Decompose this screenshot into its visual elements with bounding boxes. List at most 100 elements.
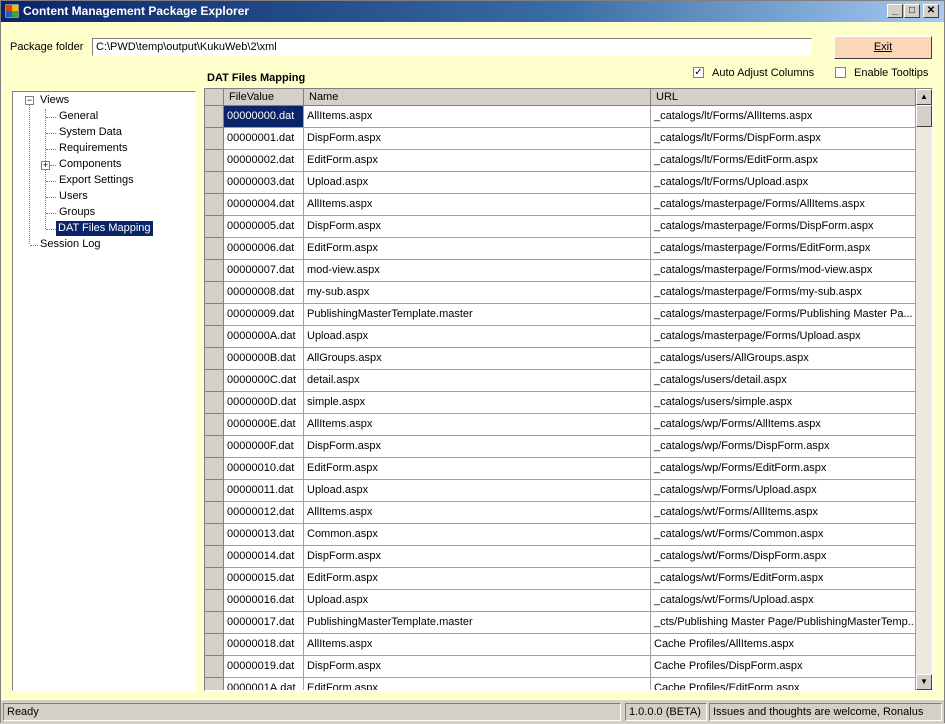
table-row[interactable]: 0000000A.dat Upload.aspx _catalogs/masterp… <box>205 326 916 348</box>
tree-node-groups[interactable]: Groups <box>57 205 97 220</box>
row-header[interactable] <box>205 348 224 370</box>
cell-url[interactable]: _catalogs/masterpage/Forms/EditForm.aspx <box>651 238 916 260</box>
dat-files-grid[interactable]: FileValue Name URL 00000000.dat AllItems.… <box>204 88 933 691</box>
tree-node-dat-files-mapping[interactable]: DAT Files Mapping <box>56 221 153 236</box>
scroll-thumb[interactable] <box>916 105 932 127</box>
cell-url[interactable]: _catalogs/lt/Forms/Upload.aspx <box>651 172 916 194</box>
row-header[interactable] <box>205 546 224 568</box>
title-bar[interactable]: Content Management Package Explorer _ □ … <box>1 1 944 22</box>
cell-url[interactable]: _catalogs/masterpage/Forms/Publishing Ma… <box>651 304 916 326</box>
cell-name[interactable]: PublishingMasterTemplate.master <box>304 612 651 634</box>
row-header[interactable] <box>205 106 224 128</box>
cell-url[interactable]: Cache Profiles/AllItems.aspx <box>651 634 916 656</box>
table-row[interactable]: 0000000D.dat simple.aspx _catalogs/users/s… <box>205 392 916 414</box>
row-header[interactable] <box>205 392 224 414</box>
cell-url[interactable]: _catalogs/wt/Forms/AllItems.aspx <box>651 502 916 524</box>
cell-name[interactable]: detail.aspx <box>304 370 651 392</box>
cell-url[interactable]: _catalogs/masterpage/Forms/DispForm.aspx <box>651 216 916 238</box>
cell-url[interactable]: _catalogs/wt/Forms/Upload.aspx <box>651 590 916 612</box>
cell-url[interactable]: _catalogs/wp/Forms/EditForm.aspx <box>651 458 916 480</box>
table-row[interactable]: 00000006.dat EditForm.aspx _catalogs/maste… <box>205 238 916 260</box>
cell-filevalue[interactable]: 00000012.dat <box>224 502 304 524</box>
cell-filevalue[interactable]: 00000001.dat <box>224 128 304 150</box>
table-row[interactable]: 0000000C.dat detail.aspx _catalogs/users/d… <box>205 370 916 392</box>
collapse-views-icon[interactable]: − <box>25 96 34 105</box>
tree-node-general[interactable]: General <box>57 109 100 124</box>
cell-url[interactable]: _catalogs/users/AllGroups.aspx <box>651 348 916 370</box>
cell-name[interactable]: DispForm.aspx <box>304 436 651 458</box>
views-tree[interactable]: − Views General System Data Requirements… <box>12 91 196 691</box>
row-header[interactable] <box>205 304 224 326</box>
tree-node-system-data[interactable]: System Data <box>57 125 124 140</box>
row-header[interactable] <box>205 172 224 194</box>
cell-name[interactable]: mod-view.aspx <box>304 260 651 282</box>
table-row[interactable]: 0000000B.dat AllGroups.aspx _catalogs/user… <box>205 348 916 370</box>
table-row[interactable]: 00000012.dat AllItems.aspx _catalogs/wt/Fo… <box>205 502 916 524</box>
cell-filevalue[interactable]: 00000006.dat <box>224 238 304 260</box>
row-header[interactable] <box>205 568 224 590</box>
row-header[interactable] <box>205 524 224 546</box>
column-header-name[interactable]: Name <box>304 89 651 106</box>
cell-url[interactable]: _catalogs/lt/Forms/DispForm.aspx <box>651 128 916 150</box>
row-header[interactable] <box>205 436 224 458</box>
cell-name[interactable]: PublishingMasterTemplate.master <box>304 304 651 326</box>
cell-name[interactable]: EditForm.aspx <box>304 678 651 690</box>
table-row[interactable]: 00000011.dat Upload.aspx _catalogs/wp/Form… <box>205 480 916 502</box>
row-header[interactable] <box>205 238 224 260</box>
cell-url[interactable]: _catalogs/wp/Forms/DispForm.aspx <box>651 436 916 458</box>
table-row[interactable]: 00000005.dat DispForm.aspx _catalogs/maste… <box>205 216 916 238</box>
cell-filevalue[interactable]: 0000000A.dat <box>224 326 304 348</box>
scroll-up-icon[interactable]: ▲ <box>916 89 932 105</box>
cell-name[interactable]: DispForm.aspx <box>304 216 651 238</box>
cell-filevalue[interactable]: 00000019.dat <box>224 656 304 678</box>
cell-filevalue[interactable]: 00000000.dat <box>224 106 304 128</box>
table-row[interactable]: 00000002.dat EditForm.aspx _catalogs/lt/Fo… <box>205 150 916 172</box>
row-header[interactable] <box>205 370 224 392</box>
cell-name[interactable]: AllItems.aspx <box>304 634 651 656</box>
table-row[interactable]: 00000018.dat AllItems.aspx Cache Profiles/… <box>205 634 916 656</box>
table-row[interactable]: 00000001.dat DispForm.aspx _catalogs/lt/Fo… <box>205 128 916 150</box>
table-row[interactable]: 0000000E.dat AllItems.aspx _catalogs/wp/Fo… <box>205 414 916 436</box>
cell-name[interactable]: Upload.aspx <box>304 172 651 194</box>
cell-url[interactable]: _catalogs/wt/Forms/DispForm.aspx <box>651 546 916 568</box>
cell-url[interactable]: _catalogs/masterpage/Forms/mod-view.aspx <box>651 260 916 282</box>
cell-filevalue[interactable]: 00000017.dat <box>224 612 304 634</box>
cell-name[interactable]: AllItems.aspx <box>304 106 651 128</box>
table-row[interactable]: 00000003.dat Upload.aspx _catalogs/lt/Form… <box>205 172 916 194</box>
cell-url[interactable]: Cache Profiles/DispForm.aspx <box>651 656 916 678</box>
cell-filevalue[interactable]: 0000000F.dat <box>224 436 304 458</box>
enable-tooltips-checkbox[interactable] <box>835 67 846 78</box>
cell-url[interactable]: _cts/Publishing Master Page/PublishingMa… <box>651 612 916 634</box>
cell-filevalue[interactable]: 00000003.dat <box>224 172 304 194</box>
exit-button[interactable]: Exit <box>834 36 932 59</box>
close-button[interactable]: ✕ <box>923 4 939 18</box>
cell-url[interactable]: _catalogs/masterpage/Forms/Upload.aspx <box>651 326 916 348</box>
grid-vertical-scrollbar[interactable]: ▲ ▼ <box>916 89 932 690</box>
cell-name[interactable]: Upload.aspx <box>304 590 651 612</box>
cell-url[interactable]: _catalogs/wp/Forms/AllItems.aspx <box>651 414 916 436</box>
maximize-button[interactable]: □ <box>904 4 920 18</box>
cell-filevalue[interactable]: 00000013.dat <box>224 524 304 546</box>
tree-node-users[interactable]: Users <box>57 189 90 204</box>
table-row[interactable]: 00000008.dat my-sub.aspx _catalogs/masterp… <box>205 282 916 304</box>
table-row[interactable]: 00000000.dat AllItems.aspx _catalogs/lt/Fo… <box>205 106 916 128</box>
row-header[interactable] <box>205 128 224 150</box>
row-header[interactable] <box>205 216 224 238</box>
cell-name[interactable]: DispForm.aspx <box>304 656 651 678</box>
cell-name[interactable]: my-sub.aspx <box>304 282 651 304</box>
table-row[interactable]: 00000015.dat EditForm.aspx _catalogs/wt/Fo… <box>205 568 916 590</box>
cell-name[interactable]: DispForm.aspx <box>304 546 651 568</box>
cell-url[interactable]: _catalogs/wt/Forms/Common.aspx <box>651 524 916 546</box>
cell-name[interactable]: AllItems.aspx <box>304 502 651 524</box>
cell-filevalue[interactable]: 00000018.dat <box>224 634 304 656</box>
cell-filevalue[interactable]: 0000001A.dat <box>224 678 304 690</box>
cell-name[interactable]: Upload.aspx <box>304 326 651 348</box>
cell-filevalue[interactable]: 0000000E.dat <box>224 414 304 436</box>
cell-filevalue[interactable]: 0000000D.dat <box>224 392 304 414</box>
row-header[interactable] <box>205 282 224 304</box>
cell-url[interactable]: _catalogs/masterpage/Forms/my-sub.aspx <box>651 282 916 304</box>
table-row[interactable]: 0000001A.dat EditForm.aspx Cache Profiles/… <box>205 678 916 690</box>
cell-filevalue[interactable]: 00000002.dat <box>224 150 304 172</box>
table-row[interactable]: 00000017.dat PublishingMasterTemplate.mas… <box>205 612 916 634</box>
tree-node-session-log[interactable]: Session Log <box>38 237 103 252</box>
